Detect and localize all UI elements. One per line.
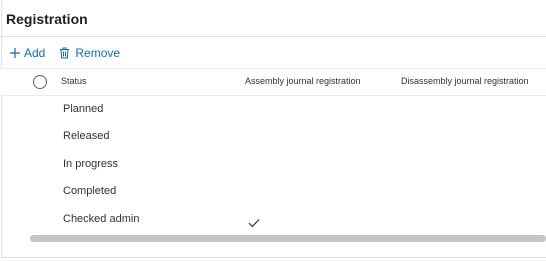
column-header-status[interactable]: Status xyxy=(61,76,87,86)
column-header-disassembly-journal-registration[interactable]: Disassembly journal registration xyxy=(401,76,529,86)
status-cell: Completed xyxy=(63,185,117,197)
status-cell: In progress xyxy=(63,158,119,170)
registration-panel: Registration Add Remove Status Assembly … xyxy=(0,0,546,261)
remove-button-label: Remove xyxy=(75,46,121,60)
title-divider xyxy=(1,36,546,37)
toolbar: Add Remove xyxy=(9,44,120,62)
select-all-radio-icon[interactable] xyxy=(33,75,47,89)
grid-header-row: Status Assembly journal registration Dis… xyxy=(1,68,546,96)
add-button-label: Add xyxy=(24,46,46,60)
checkmark-icon xyxy=(248,215,260,233)
table-row[interactable]: Checked admin xyxy=(1,206,546,233)
table-row[interactable]: Planned xyxy=(1,96,546,123)
table-row[interactable]: In progress xyxy=(1,151,546,178)
table-row[interactable]: Released xyxy=(1,123,546,150)
status-cell: Released xyxy=(63,130,110,142)
panel-title: Registration xyxy=(6,11,88,27)
remove-button[interactable]: Remove xyxy=(59,46,120,60)
table-row[interactable]: Completed xyxy=(1,178,546,205)
panel-bottom-border xyxy=(1,257,546,258)
column-header-assembly-journal-registration[interactable]: Assembly journal registration xyxy=(245,76,361,86)
status-cell: Planned xyxy=(63,103,104,115)
add-button[interactable]: Add xyxy=(9,46,45,60)
horizontal-scrollbar[interactable] xyxy=(30,235,546,242)
status-cell: Checked admin xyxy=(63,213,140,225)
plus-icon xyxy=(9,47,21,59)
trash-icon xyxy=(59,47,70,59)
